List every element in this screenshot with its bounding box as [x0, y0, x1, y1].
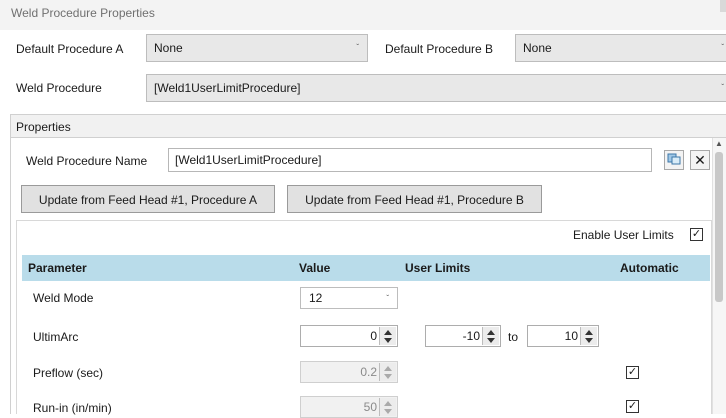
- enable-user-limits-checkbox[interactable]: ✓: [690, 228, 703, 241]
- window-title: Weld Procedure Properties: [0, 0, 726, 30]
- spinner-arrows-icon: [379, 363, 396, 381]
- default-procedure-a-label: Default Procedure A: [16, 42, 124, 56]
- column-header-user-limits: User Limits: [405, 261, 471, 275]
- param-weld-mode-label: Weld Mode: [33, 291, 94, 305]
- default-procedure-b-value: None: [523, 41, 552, 55]
- limit-to-label: to: [508, 330, 519, 344]
- update-procedure-a-button[interactable]: Update from Feed Head #1, Procedure A: [21, 185, 275, 213]
- preflow-value: 0.2: [360, 365, 377, 379]
- param-preflow-label: Preflow (sec): [33, 366, 104, 380]
- weld-mode-value: 12: [309, 291, 323, 305]
- checkmark-icon: ✓: [627, 366, 638, 378]
- update-procedure-b-button[interactable]: Update from Feed Head #1, Procedure B: [287, 185, 542, 213]
- spinner-arrows-icon[interactable]: [580, 327, 597, 345]
- weld-procedure-name-label: Weld Procedure Name: [26, 154, 148, 168]
- default-procedure-b-label: Default Procedure B: [385, 42, 494, 56]
- scroll-up-arrow-icon[interactable]: ▲: [712, 139, 726, 151]
- ultimarc-max-limit-stepper[interactable]: 10: [527, 325, 599, 347]
- checkmark-icon: ✓: [627, 400, 638, 412]
- weld-procedure-dropdown[interactable]: [Weld1UserLimitProcedure] ˇ: [146, 74, 726, 102]
- column-header-parameter: Parameter: [28, 261, 87, 275]
- ultimarc-value: 0: [370, 329, 377, 343]
- checkmark-icon: ✓: [691, 228, 702, 240]
- chevron-down-icon: ˇ: [356, 43, 359, 52]
- close-icon: ✕: [694, 152, 706, 168]
- weld-procedure-label: Weld Procedure: [16, 81, 102, 95]
- chevron-down-icon: ˇ: [386, 294, 389, 303]
- run-in-automatic-checkbox[interactable]: ✓: [626, 400, 639, 413]
- copy-icon: [667, 153, 681, 165]
- ultimarc-min-limit: -10: [462, 329, 480, 343]
- window-title-edge: [720, 0, 726, 12]
- grid-header-row: [22, 255, 710, 281]
- weld-mode-select[interactable]: 12 ˇ: [300, 287, 398, 309]
- copy-button[interactable]: [664, 150, 684, 170]
- default-procedure-a-dropdown[interactable]: None ˇ: [146, 34, 368, 62]
- param-run-in-label: Run-in (in/min): [33, 401, 112, 415]
- preflow-automatic-checkbox[interactable]: ✓: [626, 366, 639, 379]
- run-in-value-stepper: 50: [300, 396, 398, 418]
- ultimarc-value-stepper[interactable]: 0: [300, 325, 398, 347]
- column-header-value: Value: [299, 261, 331, 275]
- close-button[interactable]: ✕: [690, 150, 710, 170]
- column-header-automatic: Automatic: [620, 261, 679, 275]
- ultimarc-max-limit: 10: [564, 329, 578, 343]
- parameter-grid: [16, 220, 712, 414]
- spinner-arrows-icon[interactable]: [379, 327, 396, 345]
- chevron-down-icon: ˇ: [721, 83, 724, 92]
- weld-procedure-value: [Weld1UserLimitProcedure]: [154, 81, 301, 95]
- default-procedure-a-value: None: [154, 41, 183, 55]
- run-in-value: 50: [363, 400, 377, 414]
- enable-user-limits-label: Enable User Limits: [573, 228, 674, 242]
- spinner-arrows-icon: [379, 398, 396, 416]
- scrollbar-thumb[interactable]: [715, 152, 723, 302]
- ultimarc-min-limit-stepper[interactable]: -10: [425, 325, 501, 347]
- chevron-down-icon: ˇ: [721, 43, 724, 52]
- weld-procedure-name-input[interactable]: [Weld1UserLimitProcedure]: [168, 148, 652, 172]
- preflow-value-stepper: 0.2: [300, 361, 398, 383]
- spinner-arrows-icon[interactable]: [482, 327, 499, 345]
- default-procedure-b-dropdown[interactable]: None ˇ: [515, 34, 726, 62]
- properties-header: Properties: [10, 114, 726, 138]
- param-ultimarc-label: UltimArc: [33, 330, 79, 344]
